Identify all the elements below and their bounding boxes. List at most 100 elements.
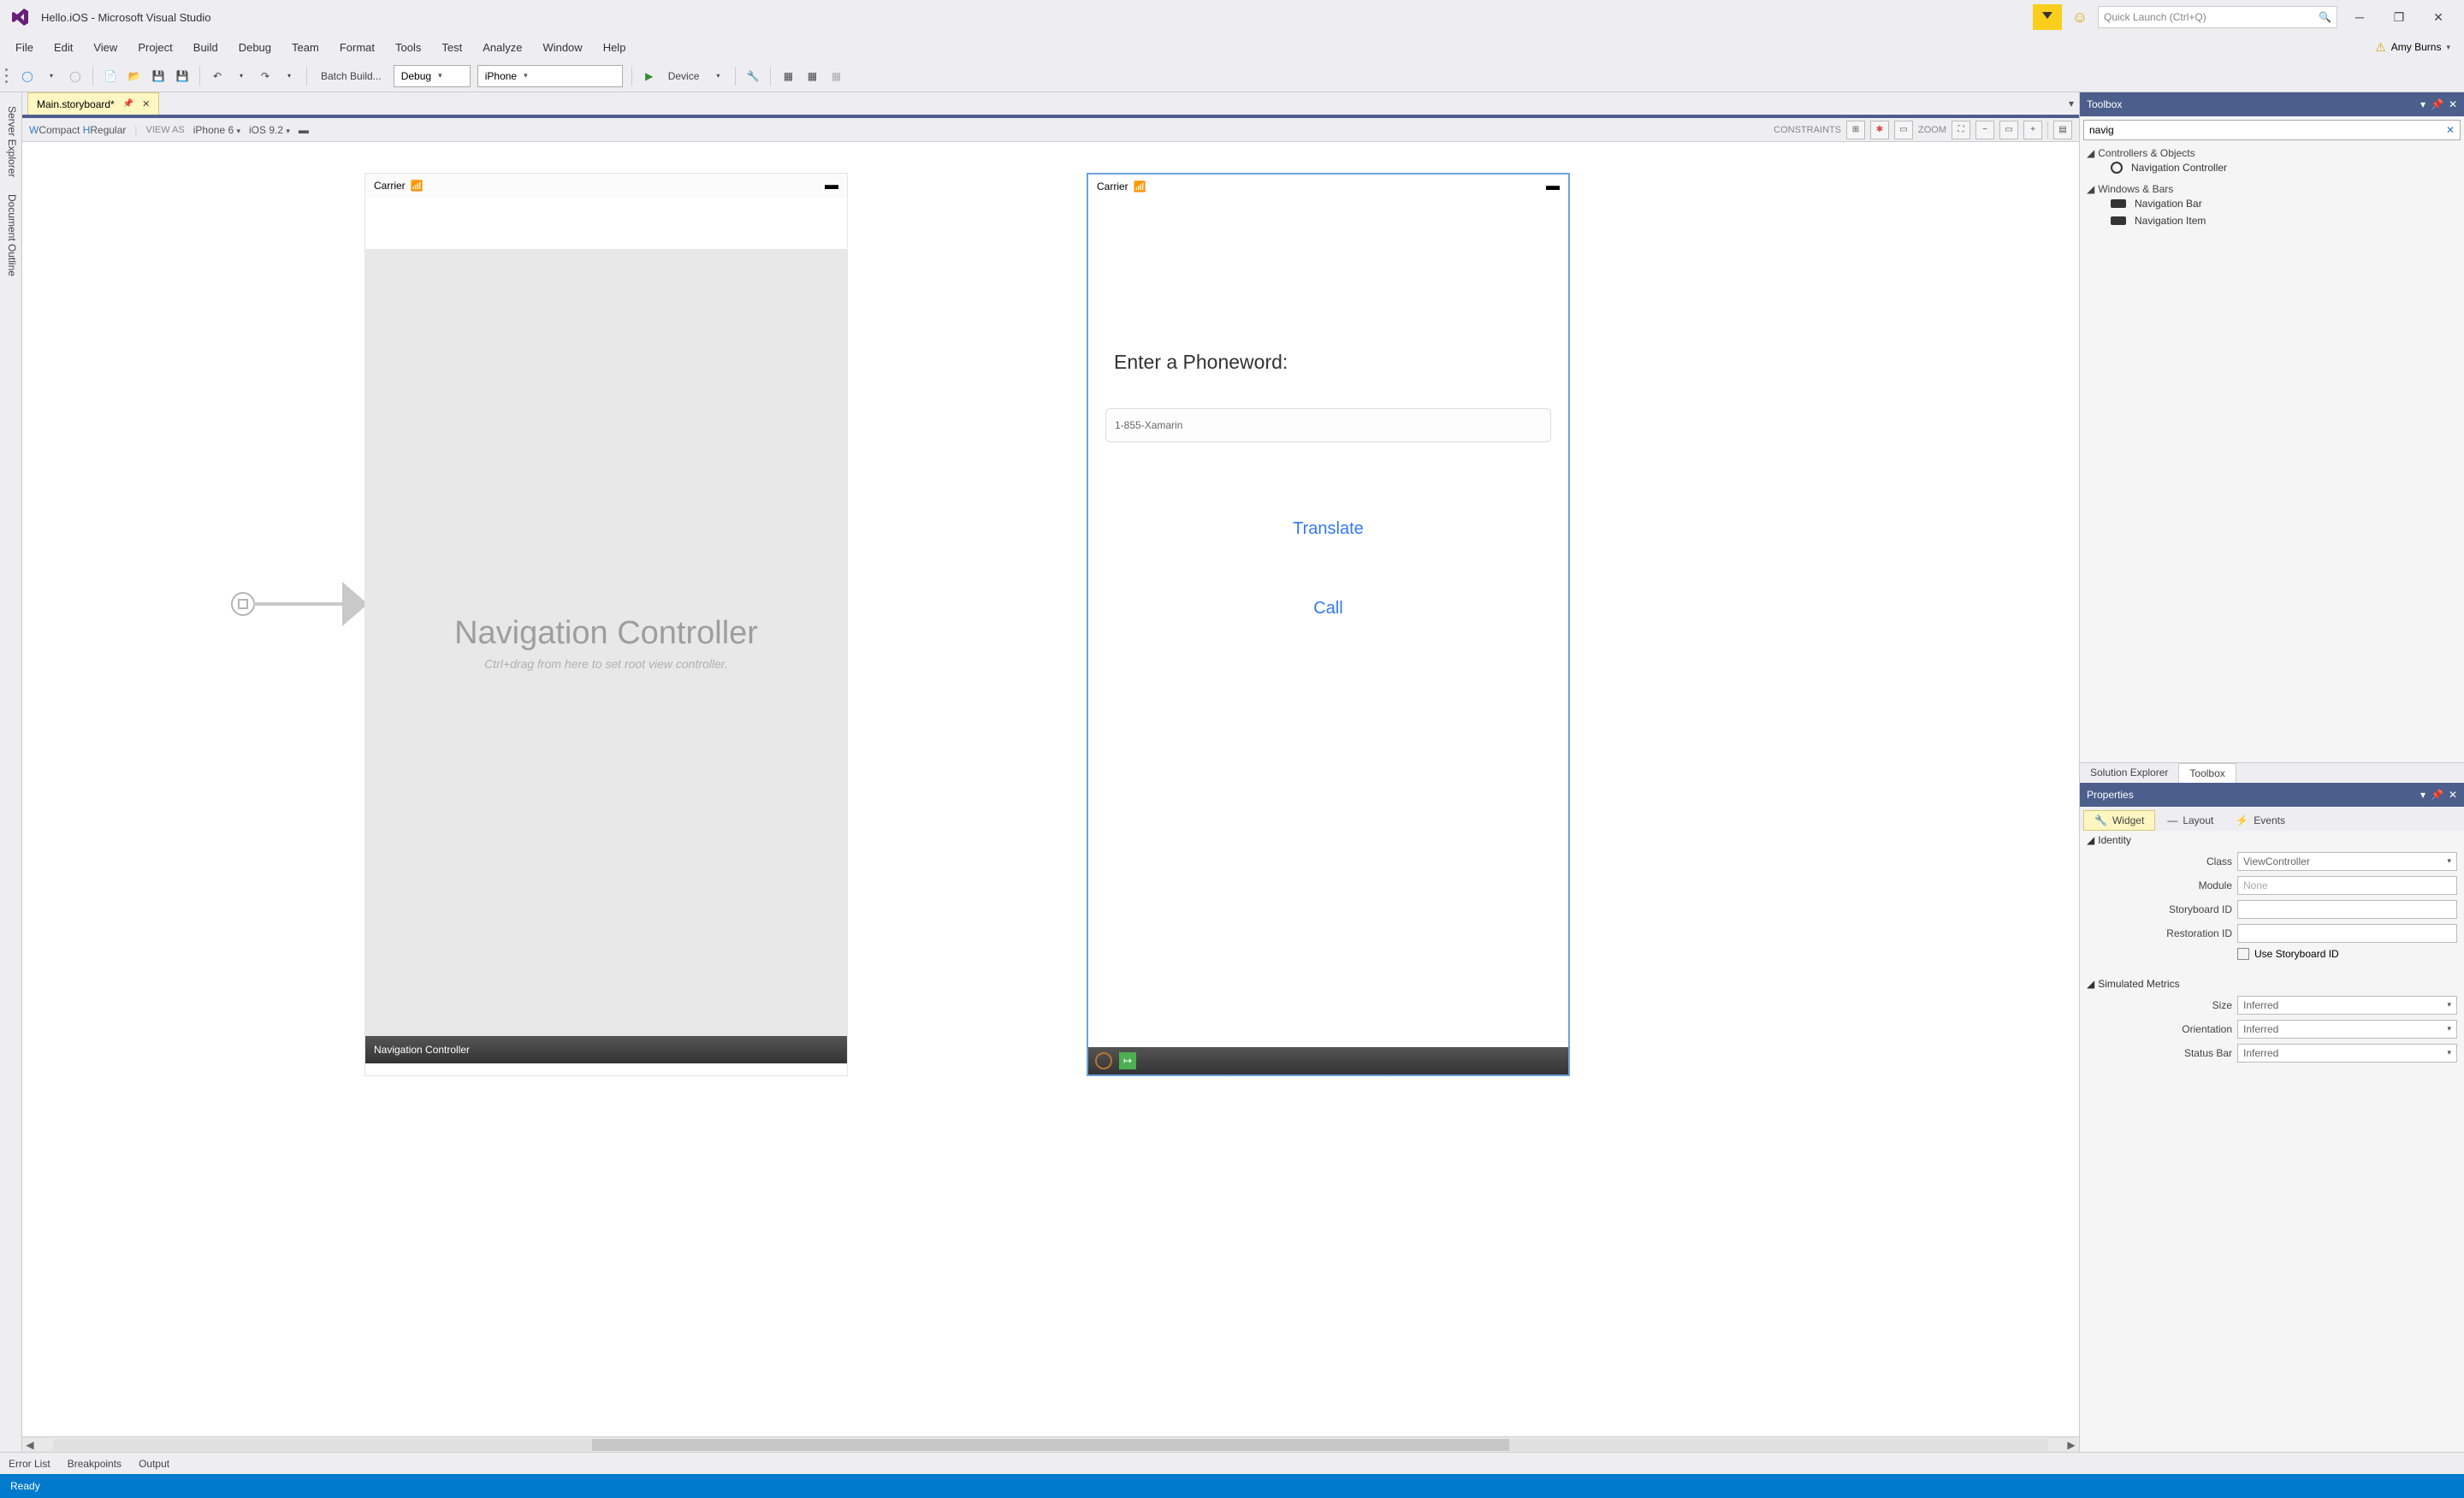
call-button[interactable]: Call — [1105, 599, 1551, 619]
menu-format[interactable]: Format — [329, 38, 385, 57]
redo-caret[interactable]: ▾ — [279, 65, 299, 87]
config-combo[interactable]: Debug▾ — [394, 65, 471, 87]
nav-fwd-button[interactable]: ◯ — [65, 65, 86, 87]
solution-explorer-tab[interactable]: Solution Explorer — [2080, 763, 2178, 783]
document-tab[interactable]: Main.storyboard* 📌 ✕ — [27, 92, 159, 115]
storyboard-canvas[interactable]: Carrier 📶 ▬ Navigation Controller Ctrl+d… — [22, 142, 2079, 1436]
constraint-btn-1[interactable]: ⊞ — [1846, 121, 1865, 139]
menu-analyze[interactable]: Analyze — [472, 38, 532, 57]
server-explorer-tab[interactable]: Server Explorer — [0, 98, 21, 186]
prop-orientation-input[interactable]: Inferred — [2237, 1020, 2457, 1039]
canvas-horizontal-scrollbar[interactable]: ◀ ▶ — [22, 1436, 2079, 1452]
platform-combo[interactable]: iPhone▾ — [477, 65, 623, 87]
translate-button[interactable]: Translate — [1105, 519, 1551, 539]
toolbox-header[interactable]: Toolbox ▾ 📌 ✕ — [2080, 92, 2464, 116]
toolbar-misc-4[interactable]: ▦ — [826, 65, 846, 87]
prop-restorationid-input[interactable] — [2237, 924, 2457, 943]
zoom-actual-icon[interactable]: ▭ — [1999, 121, 2018, 139]
tab-strip-overflow[interactable]: ▾ — [2069, 92, 2079, 115]
toolbox-group-windows[interactable]: ◢Windows & Bars — [2087, 183, 2457, 195]
properties-tab-events[interactable]: ⚡Events — [2225, 810, 2295, 831]
save-icon[interactable]: 💾 — [148, 65, 169, 87]
prop-use-storyboardid-checkbox[interactable] — [2237, 948, 2249, 960]
toolbar-misc-1[interactable]: 🔧 — [743, 65, 763, 87]
menu-window[interactable]: Window — [532, 38, 592, 57]
close-button[interactable]: ✕ — [2421, 5, 2455, 29]
redo-icon[interactable]: ↷ — [255, 65, 275, 87]
properties-header[interactable]: Properties ▾ 📌 ✕ — [2080, 783, 2464, 807]
panel-pin-icon[interactable]: 📌 — [2431, 98, 2443, 110]
breakpoints-tab[interactable]: Breakpoints — [68, 1458, 121, 1470]
document-outline-tab[interactable]: Document Outline — [0, 186, 21, 285]
prop-class-input[interactable]: ViewController — [2237, 852, 2457, 871]
menu-view[interactable]: View — [83, 38, 127, 57]
panel-pin-icon[interactable]: 📌 — [2431, 789, 2443, 801]
nav-scene-footer[interactable]: Navigation Controller — [365, 1036, 847, 1063]
nav-back-caret[interactable]: ▾ — [41, 65, 62, 87]
menu-debug[interactable]: Debug — [228, 38, 281, 57]
undo-icon[interactable]: ↶ — [207, 65, 228, 87]
menu-team[interactable]: Team — [281, 38, 329, 57]
maximize-button[interactable]: ❐ — [2382, 5, 2416, 29]
undo-caret[interactable]: ▾ — [231, 65, 252, 87]
menu-build[interactable]: Build — [183, 38, 228, 57]
notifications-icon[interactable] — [2033, 4, 2062, 30]
main-scene-footer[interactable]: ↦ — [1088, 1047, 1568, 1075]
properties-group-identity[interactable]: ◢Identity — [2080, 831, 2464, 850]
menu-edit[interactable]: Edit — [44, 38, 83, 57]
toolbar-misc-3[interactable]: ▦ — [802, 65, 822, 87]
tab-close-icon[interactable]: ✕ — [142, 98, 150, 110]
device-caret[interactable]: ▾ — [708, 65, 728, 87]
menu-test[interactable]: Test — [431, 38, 472, 57]
start-debug-button[interactable]: ▶ — [639, 65, 660, 87]
prop-size-input[interactable]: Inferred — [2237, 996, 2457, 1015]
zoom-fit-icon[interactable]: ⛶ — [1952, 121, 1970, 139]
first-responder-icon[interactable] — [1095, 1052, 1112, 1069]
toolbox-item-navigation-item[interactable]: Navigation Item — [2087, 212, 2457, 229]
menu-help[interactable]: Help — [593, 38, 637, 57]
ios-select[interactable]: iOS 9.2 ▾ — [249, 124, 290, 136]
pin-icon[interactable]: 📌 — [123, 99, 133, 109]
output-tab[interactable]: Output — [139, 1458, 169, 1470]
constraint-btn-3[interactable]: ▭ — [1894, 121, 1913, 139]
panel-menu-icon[interactable]: ▾ — [2420, 789, 2426, 801]
toolbox-item-navigation-controller[interactable]: Navigation Controller — [2087, 159, 2457, 176]
save-all-icon[interactable]: 💾 — [172, 65, 192, 87]
zoom-in-icon[interactable]: + — [2023, 121, 2042, 139]
phoneword-textfield[interactable]: 1-855-Xamarin — [1105, 408, 1551, 442]
exit-icon[interactable]: ↦ — [1119, 1052, 1136, 1069]
properties-group-simulated[interactable]: ◢Simulated Metrics — [2080, 974, 2464, 993]
panel-close-icon[interactable]: ✕ — [2449, 98, 2457, 110]
prop-module-input[interactable]: None — [2237, 876, 2457, 895]
error-list-tab[interactable]: Error List — [9, 1458, 50, 1470]
properties-tab-widget[interactable]: 🔧Widget — [2083, 810, 2155, 831]
quick-launch-input[interactable]: Quick Launch (Ctrl+Q) 🔍 — [2098, 6, 2337, 28]
zoom-out-icon[interactable]: − — [1975, 121, 1994, 139]
nav-back-button[interactable]: ◯ — [17, 65, 38, 87]
minimize-button[interactable]: ─ — [2343, 5, 2377, 29]
clear-search-icon[interactable]: ✕ — [2446, 124, 2455, 136]
menu-project[interactable]: Project — [127, 38, 182, 57]
toolbox-search-input[interactable]: navig ✕ — [2083, 120, 2461, 140]
menu-file[interactable]: File — [5, 38, 44, 57]
toolbox-item-navigation-bar[interactable]: Navigation Bar — [2087, 195, 2457, 212]
size-class-label[interactable]: WCompact HRegular — [29, 124, 126, 136]
menu-tools[interactable]: Tools — [385, 38, 431, 57]
user-dropdown-icon[interactable]: ▾ — [2446, 43, 2450, 52]
navigation-controller-scene[interactable]: Carrier 📶 ▬ Navigation Controller Ctrl+d… — [364, 173, 848, 1076]
device-select[interactable]: iPhone 6 ▾ — [193, 124, 240, 136]
designer-extra-icon[interactable]: ▤ — [2053, 121, 2072, 139]
prop-storyboardid-input[interactable] — [2237, 900, 2457, 919]
device-button[interactable]: Device — [663, 65, 705, 87]
user-name[interactable]: Amy Burns — [2391, 41, 2442, 53]
prop-statusbar-input[interactable]: Inferred — [2237, 1044, 2457, 1063]
open-file-icon[interactable]: 📂 — [124, 65, 145, 87]
batch-build-button[interactable]: Batch Build... — [314, 65, 388, 87]
phoneword-label[interactable]: Enter a Phoneword: — [1114, 351, 1551, 374]
view-controller-scene[interactable]: Carrier 📶 ▬ Enter a Phoneword: 1-855-Xam… — [1087, 173, 1570, 1076]
properties-tab-layout[interactable]: —Layout — [2157, 810, 2224, 831]
toolbox-tab[interactable]: Toolbox — [2178, 763, 2236, 783]
panel-menu-icon[interactable]: ▾ — [2420, 98, 2426, 110]
toolbar-misc-2[interactable]: ▦ — [778, 65, 798, 87]
feedback-icon[interactable]: ☺ — [2067, 4, 2093, 30]
